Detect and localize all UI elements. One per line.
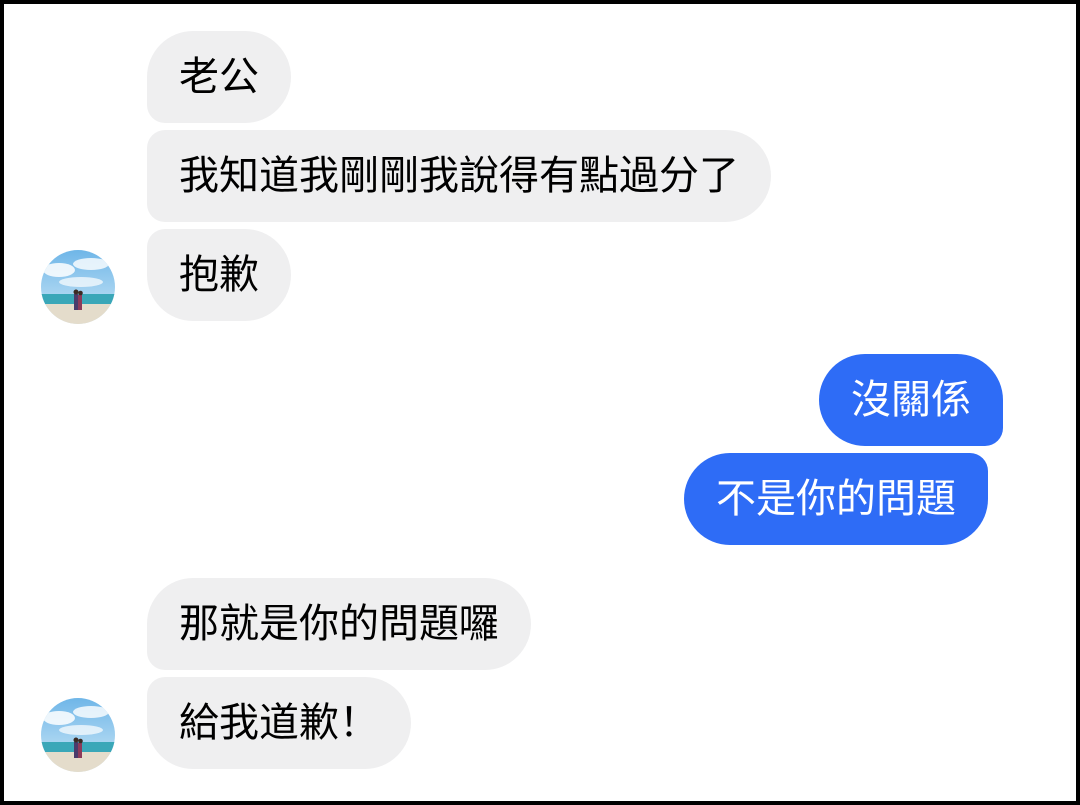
message-bubble-incoming[interactable]: 老公 bbox=[147, 31, 291, 123]
message-bubble-incoming[interactable]: 給我道歉！ bbox=[147, 677, 411, 769]
contact-avatar[interactable] bbox=[41, 250, 115, 324]
beach-couple-avatar-icon bbox=[41, 698, 115, 772]
message-bubble-incoming[interactable]: 我知道我剛剛我說得有點過分了 bbox=[147, 130, 771, 222]
chat-window: 老公 我知道我剛剛我說得有點過分了 抱歉 沒關係 不是你的問題 那就是你的問題囉… bbox=[4, 4, 1076, 801]
message-bubble-outgoing[interactable]: 不是你的問題 bbox=[684, 453, 988, 545]
message-bubble-incoming[interactable]: 抱歉 bbox=[147, 229, 291, 321]
contact-avatar[interactable] bbox=[41, 698, 115, 772]
message-bubble-outgoing[interactable]: 沒關係 bbox=[819, 354, 1003, 446]
beach-couple-avatar-icon bbox=[41, 250, 115, 324]
message-bubble-incoming[interactable]: 那就是你的問題囉 bbox=[147, 578, 531, 670]
